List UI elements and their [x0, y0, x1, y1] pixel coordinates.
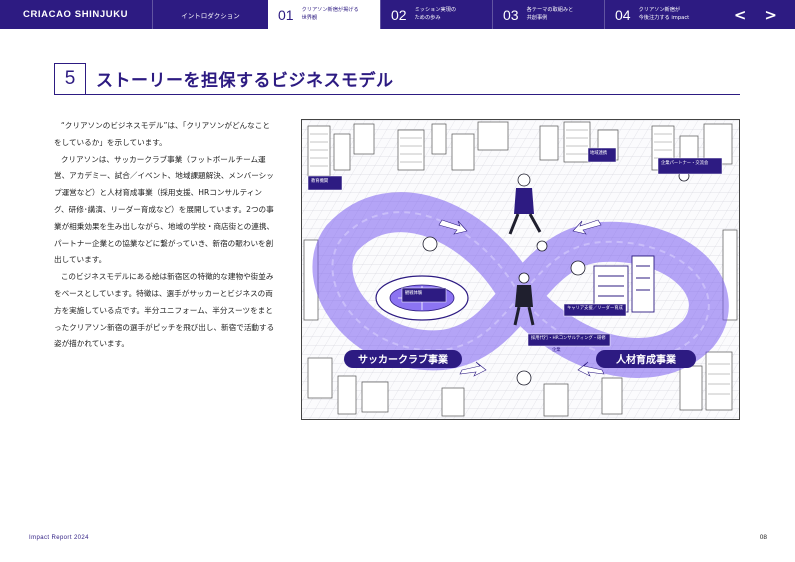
tab-label: ミッション実現の ための歩み: [414, 6, 457, 21]
brand-logo[interactable]: CRIACAO SHINJUKU: [0, 0, 152, 29]
section-title: ストーリーを担保するビジネスモデル: [96, 71, 394, 91]
tab-number: 01: [278, 6, 294, 23]
tab-04-future-impact[interactable]: 04 クリアソン新宿が 今後注力する impact: [604, 0, 716, 29]
top-navigation-bar: CRIACAO SHINJUKU イントロダクション 01 クリアソン新宿が掲げ…: [0, 0, 795, 29]
section-heading: 5 ストーリーを担保するビジネスモデル: [54, 62, 740, 95]
tab-introduction[interactable]: イントロダクション: [152, 0, 268, 29]
tab-label: クリアソン新宿が掲げる 世界観: [301, 6, 359, 21]
label-hr-sub: 企業: [552, 346, 561, 353]
page-arrows: < >: [716, 0, 795, 29]
soccer-club-business-label: サッカークラブ事業: [358, 353, 449, 366]
tab-label: 各テーマの取組みと 共創事例: [526, 6, 574, 21]
next-page-arrow-icon[interactable]: >: [764, 6, 777, 24]
report-title-footer: Impact Report 2024: [29, 535, 89, 541]
label-career: キャリア支援／リーダー育成: [567, 304, 624, 311]
label-local: 地域連携: [590, 149, 608, 156]
page-number: 08: [759, 534, 767, 541]
tab-number: 02: [391, 6, 407, 23]
tab-03-initiatives[interactable]: 03 各テーマの取組みと 共創事例: [492, 0, 604, 29]
soccer-club-business-banner: サッカークラブ事業: [344, 350, 462, 368]
illustration-canvas: 教育機関 地域連携 企業パートナー・交流会 観戦体験 キャリア支援／リーダー育成…: [302, 120, 739, 419]
body-text: “クリアソンのビジネスモデル”は、「クリアソンがどんなことをしているか」を示して…: [54, 118, 276, 353]
hr-development-business-banner: 人材育成事業: [596, 350, 696, 368]
tab-01-worldview[interactable]: 01 クリアソン新宿が掲げる 世界観: [268, 0, 380, 29]
tab-number: 03: [503, 6, 519, 23]
prev-page-arrow-icon[interactable]: <: [734, 6, 747, 24]
section-number: 5: [54, 62, 86, 95]
label-fans: 観戦体験: [405, 289, 423, 296]
tab-number: 04: [615, 6, 631, 23]
body-paragraph: クリアソンは、サッカークラブ事業（フットボールチーム運営、アカデミー、試合／イベ…: [54, 154, 275, 265]
body-paragraph: このビジネスモデルにある絵は新宿区の特徴的な建物や街並みをベースとしています。特…: [54, 272, 275, 349]
label-school: 教育機関: [311, 177, 328, 184]
tab-02-history[interactable]: 02 ミッション実現の ための歩み: [380, 0, 492, 29]
business-model-illustration: 教育機関 地域連携 企業パートナー・交流会 観戦体験 キャリア支援／リーダー育成…: [301, 119, 740, 420]
label-partner: 企業パートナー・交流会: [661, 159, 709, 166]
tab-label: クリアソン新宿が 今後注力する impact: [638, 6, 690, 21]
body-paragraph: “クリアソンのビジネスモデル”は、「クリアソンがどんなことをしているか」を示して…: [54, 121, 270, 147]
hr-development-business-label: 人材育成事業: [616, 353, 677, 366]
label-hr: 採用代行・HRコンサルティング・研修: [531, 334, 606, 341]
